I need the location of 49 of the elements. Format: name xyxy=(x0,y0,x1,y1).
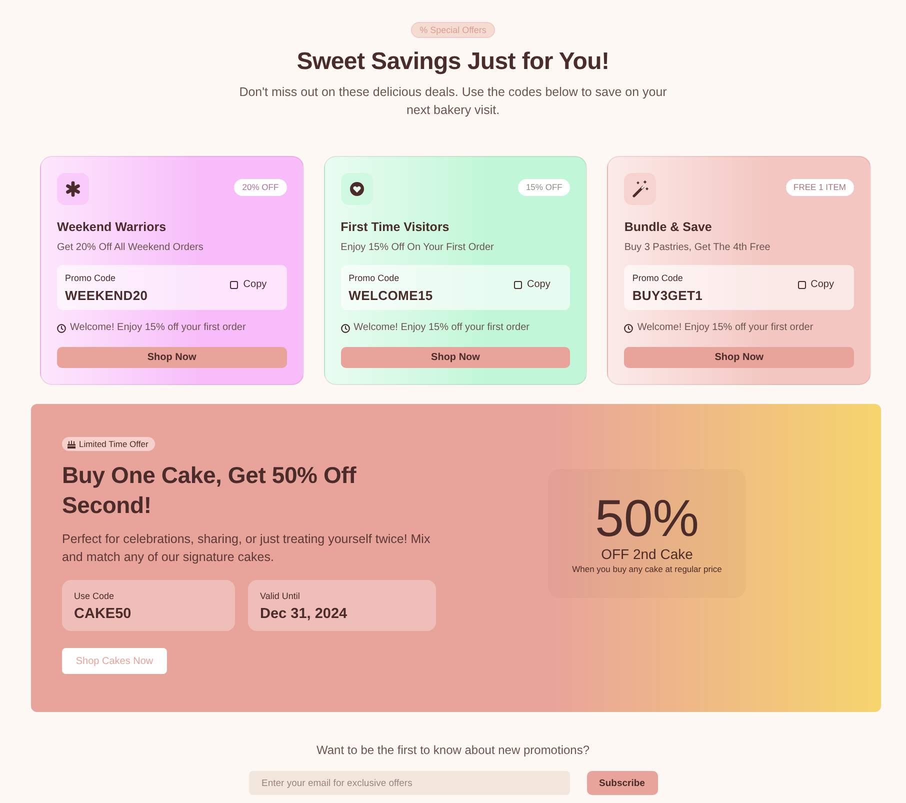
email-input-field[interactable]: Enter your email for exclusive offers xyxy=(248,771,570,795)
shop-now-button[interactable]: Shop Now xyxy=(624,347,854,368)
shop-now-button[interactable]: Shop Now xyxy=(57,347,287,368)
promo-code: WEEKEND20 xyxy=(65,288,148,304)
offer-title: First Time Visitors xyxy=(340,219,450,235)
promo-code: BUY3GET1 xyxy=(632,288,703,304)
offer-description: Get 20% Off All Weekend Orders xyxy=(57,241,204,255)
promo-code-label: Promo Code xyxy=(348,272,400,284)
discount-value: 50% xyxy=(594,492,700,544)
copy-icon xyxy=(230,280,238,288)
copy-button[interactable]: Copy xyxy=(230,279,267,290)
promo-code: WELCOME15 xyxy=(348,288,433,304)
detail-value: CAKE50 xyxy=(74,605,132,623)
discount-badge: FREE 1 ITEM xyxy=(786,179,854,196)
discount-caption: OFF 2nd Cake xyxy=(601,544,693,562)
promo-code-label: Promo Code xyxy=(632,272,684,284)
copy-icon xyxy=(514,280,522,288)
shop-now-button[interactable]: Shop Now xyxy=(340,347,570,368)
section-title: Sweet Savings Just for You! xyxy=(296,47,610,77)
section-badge: % Special Offers xyxy=(410,22,496,38)
promo-code-label: Promo Code xyxy=(65,272,117,284)
copy-button[interactable]: Copy xyxy=(514,279,550,290)
detail-label: Valid Until xyxy=(260,590,301,602)
detail-label: Use Code xyxy=(74,590,116,602)
offer-description: Enjoy 15% Off On Your First Order xyxy=(340,241,495,255)
copy-button[interactable]: Copy xyxy=(798,279,834,290)
cake-icon xyxy=(67,440,76,448)
offer-note: Welcome! Enjoy 15% off your first order xyxy=(354,321,530,335)
discount-badge: 15% OFF xyxy=(518,179,570,196)
limited-offer-text: Limited Time Offer xyxy=(79,438,148,450)
clock-icon xyxy=(57,324,66,332)
banner-title: Buy One Cake, Get 50% Off Second! xyxy=(62,461,358,520)
subscribe-button[interactable]: Subscribe xyxy=(586,771,658,795)
clock-icon xyxy=(624,324,634,332)
discount-badge: 20% OFF xyxy=(234,179,287,196)
offer-description: Buy 3 Pastries, Get The 4th Free xyxy=(624,241,772,255)
newsletter-prompt: Want to be the first to know about new promotions? xyxy=(316,742,590,758)
offer-title: Weekend Warriors xyxy=(57,219,168,235)
section-subtitle: Don't miss out on these delicious deals. Use the codes below to save on your next bakery visit. xyxy=(238,84,668,119)
copy-icon xyxy=(798,280,806,288)
discount-note: When you buy any cake at regular price xyxy=(572,562,722,574)
banner-text: Perfect for celebrations, sharing, or just treating yourself twice! Mix and match any of our signature cakes. xyxy=(62,531,432,566)
magic-wand-icon xyxy=(624,173,656,205)
asterisk-icon xyxy=(57,173,89,205)
offer-note: Welcome! Enjoy 15% off your first order xyxy=(637,321,814,335)
detail-value: Dec 31, 2024 xyxy=(260,605,348,623)
offer-note: Welcome! Enjoy 15% off your first order xyxy=(70,321,246,335)
offer-title: Bundle & Save xyxy=(624,219,713,235)
clock-icon xyxy=(340,324,350,332)
